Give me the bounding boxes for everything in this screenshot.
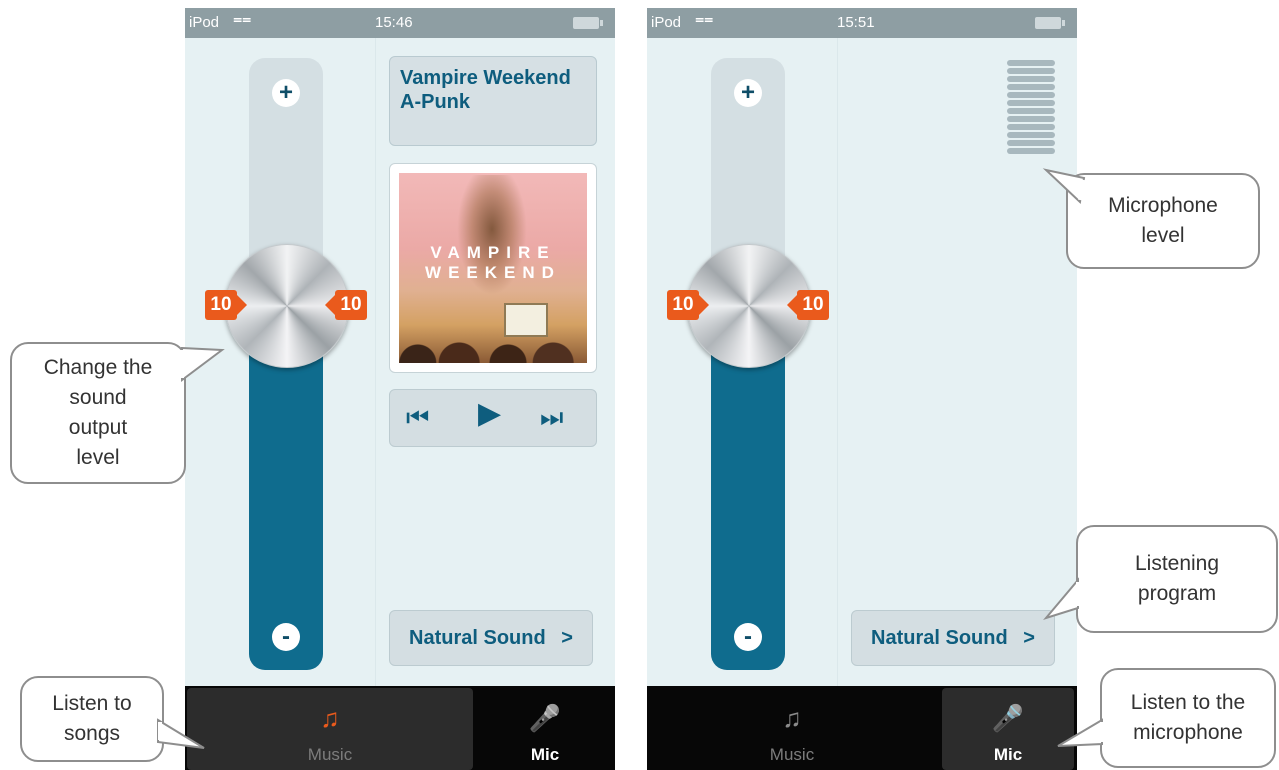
album-art-image: VAMPIRE WEEKEND xyxy=(399,173,587,363)
volume-up-button[interactable]: + xyxy=(272,79,300,107)
wifi-icon: ⩵ xyxy=(233,11,252,28)
callout-change-level: Change the sound output level xyxy=(10,342,186,484)
tab-mic[interactable]: 🎤 Mic xyxy=(475,688,615,770)
callout-listening-program-text: Listening program xyxy=(1134,552,1220,605)
column-divider xyxy=(837,38,838,686)
volume-down-button[interactable]: - xyxy=(272,623,300,651)
music-note-icon: ♫ xyxy=(782,703,802,733)
tab-mic-label: Mic xyxy=(530,745,560,764)
microphone-icon: 🎤 xyxy=(528,703,562,733)
mic-level-bar xyxy=(1007,124,1055,130)
column-divider xyxy=(375,38,376,686)
tab-bar: ♫ Music 🎤 Mic xyxy=(185,686,615,770)
play-button[interactable]: ▶ xyxy=(478,399,501,429)
now-playing-panel: Vampire Weekend A-Punk xyxy=(389,56,597,146)
battery-icon xyxy=(1035,17,1065,29)
callout-mic-level-text: Microphone level xyxy=(1108,194,1218,247)
wifi-icon: ⩵ xyxy=(695,11,714,28)
volume-value-right-badge: 10 xyxy=(325,290,367,320)
mic-level-bar xyxy=(1007,148,1055,154)
clock: 15:46 xyxy=(375,14,413,31)
album-text-line1: VAMPIRE xyxy=(430,243,556,262)
callout-listen-songs-text: Listen to songs xyxy=(52,692,132,745)
callout-listening-program: Listening program xyxy=(1076,525,1278,633)
mic-level-bar xyxy=(1007,68,1055,74)
song-title: A-Punk xyxy=(400,91,470,113)
next-track-button[interactable]: ⏭ xyxy=(540,404,563,430)
program-label: Natural Sound xyxy=(871,627,1008,649)
volume-value-left-badge: 10 xyxy=(667,290,709,320)
crowd-graphic xyxy=(399,337,587,363)
callout-tail xyxy=(157,718,205,749)
battery-icon xyxy=(573,17,603,29)
carrier-label: iPod xyxy=(651,14,682,31)
carrier-label: iPod xyxy=(189,14,220,31)
callout-tail xyxy=(1057,718,1104,747)
tab-bar: ♫ Music 🎤 Mic xyxy=(647,686,1077,770)
volume-value-left-badge: 10 xyxy=(205,290,247,320)
previous-track-button[interactable]: ⏮ xyxy=(406,404,429,430)
mic-level-bar xyxy=(1007,76,1055,82)
mic-level-bar xyxy=(1007,140,1055,146)
callout-listen-mic-text: Listen to the microphone xyxy=(1130,691,1246,744)
mic-level-bar xyxy=(1007,116,1055,122)
chevron-right-icon: > xyxy=(1023,627,1035,649)
callout-listen-mic: Listen to the microphone xyxy=(1100,668,1276,768)
microphone-level-meter xyxy=(1007,60,1055,156)
tab-music-label: Music xyxy=(769,745,815,764)
chevron-right-icon: > xyxy=(561,627,573,649)
tab-music[interactable]: ♫ Music xyxy=(649,688,935,770)
status-bar: iPod ⩵ 15:46 xyxy=(185,8,615,38)
callout-tail xyxy=(1043,577,1080,620)
window-graphic xyxy=(504,303,548,337)
clock: 15:51 xyxy=(837,14,875,31)
tab-music-label: Music xyxy=(307,745,353,764)
left-phone-screen: iPod ⩵ 15:46 + - 10 10 Vampire Weekend A… xyxy=(185,8,615,770)
mic-level-bar xyxy=(1007,100,1055,106)
listening-program-button[interactable]: Natural Sound > xyxy=(389,610,593,666)
mic-level-bar xyxy=(1007,92,1055,98)
album-art-frame: VAMPIRE WEEKEND xyxy=(389,163,597,373)
volume-up-button[interactable]: + xyxy=(734,79,762,107)
volume-value-right-badge: 10 xyxy=(787,290,829,320)
callout-change-level-text: Change the sound output level xyxy=(43,356,153,469)
status-bar: iPod ⩵ 15:51 xyxy=(647,8,1077,38)
mic-level-bar xyxy=(1007,132,1055,138)
callout-tail xyxy=(1042,168,1086,205)
music-note-icon: ♫ xyxy=(320,703,340,733)
tab-music[interactable]: ♫ Music xyxy=(187,688,473,770)
right-phone-screen: iPod ⩵ 15:51 + - 10 10 Natural Sound > ♫… xyxy=(647,8,1077,770)
callout-tail xyxy=(180,346,225,382)
album-text-line2: WEEKEND xyxy=(425,263,561,282)
mic-level-bar xyxy=(1007,84,1055,90)
mic-level-bar xyxy=(1007,108,1055,114)
transport-controls: ⏮ ▶ ⏭ xyxy=(389,389,597,447)
callout-listen-songs: Listen to songs xyxy=(20,676,164,762)
program-label: Natural Sound xyxy=(409,627,546,649)
mic-level-bar xyxy=(1007,60,1055,66)
song-artist: Vampire Weekend xyxy=(400,67,571,89)
listening-program-button[interactable]: Natural Sound > xyxy=(851,610,1055,666)
volume-down-button[interactable]: - xyxy=(734,623,762,651)
